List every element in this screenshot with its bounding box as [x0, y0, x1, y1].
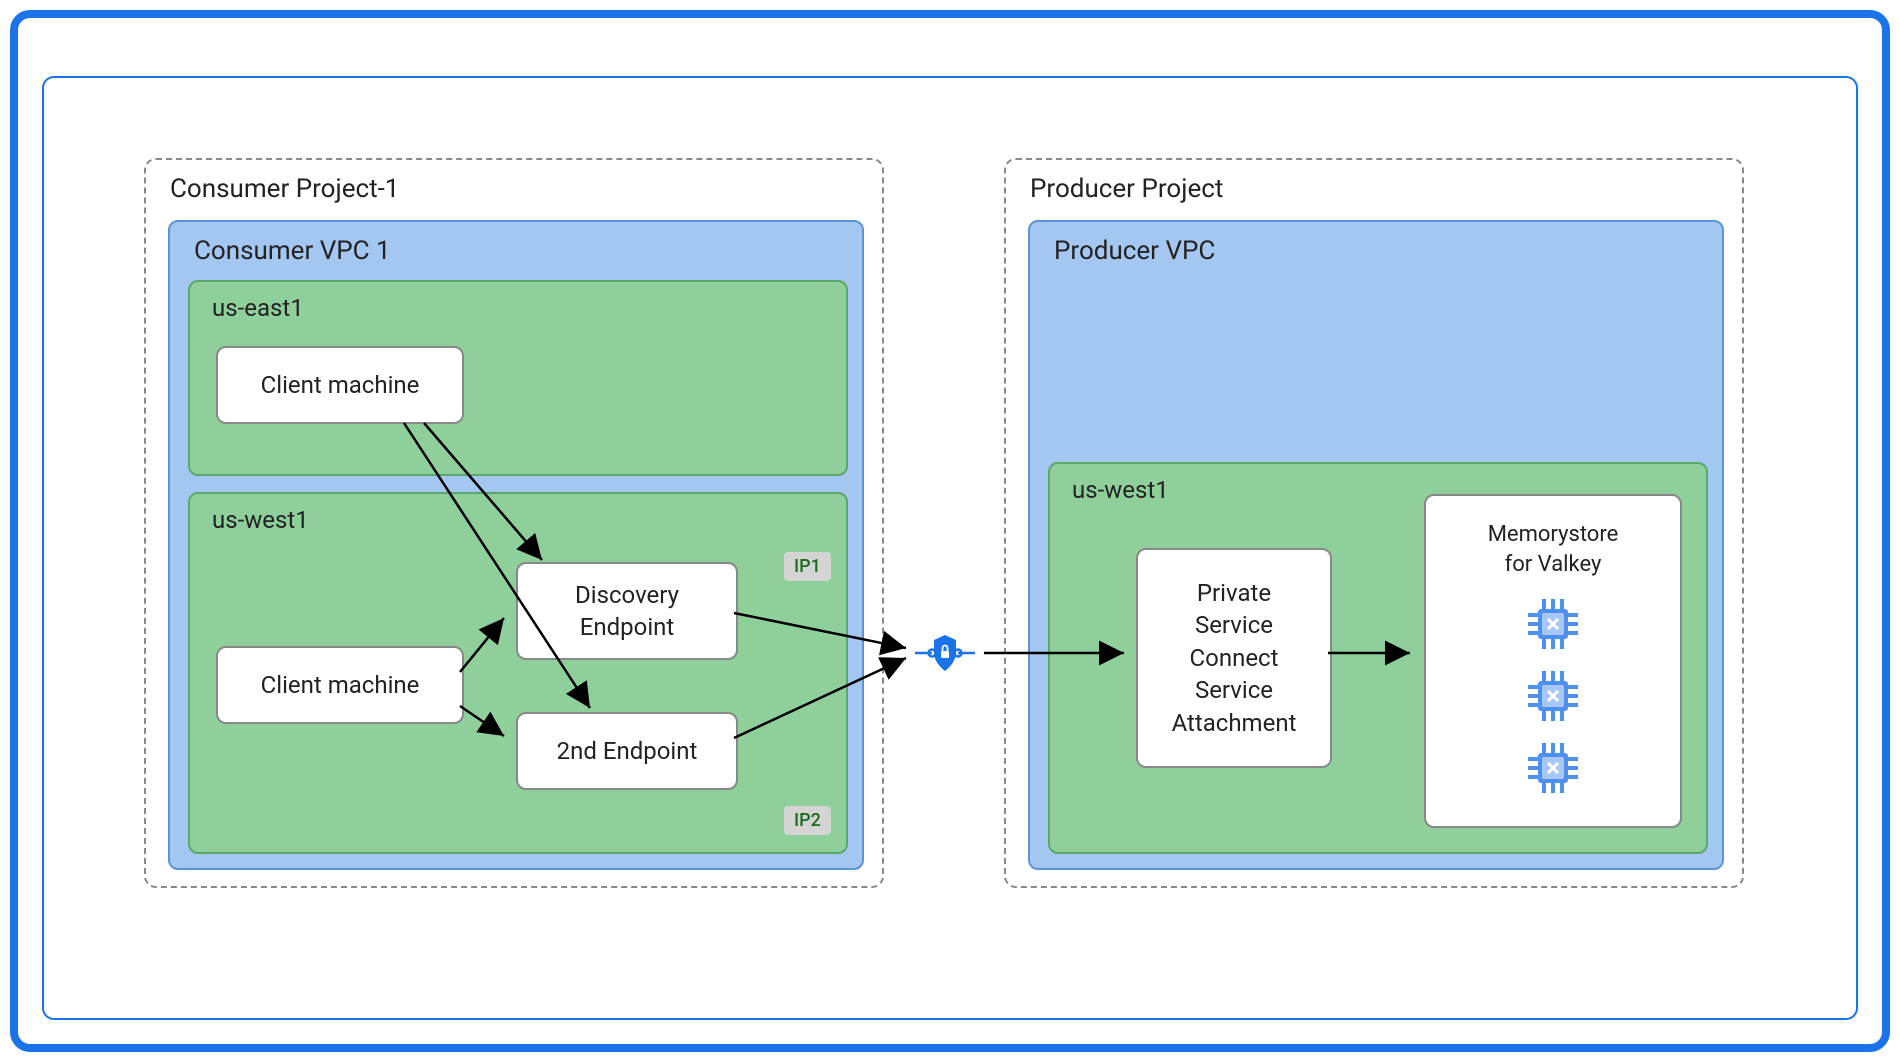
second-endpoint-label: 2nd Endpoint	[557, 735, 698, 767]
client-machine-east-label: Client machine	[261, 369, 420, 401]
discovery-endpoint-label: Discovery Endpoint	[575, 579, 679, 644]
brand-header: Google Cloud	[50, 26, 229, 61]
client-machine-west-label: Client machine	[261, 669, 420, 701]
consumer-vpc-label: Consumer VPC 1	[194, 236, 391, 266]
producer-vpc-label: Producer VPC	[1054, 236, 1215, 266]
cpu-chip-icon	[1526, 741, 1580, 795]
brand-cloud: Cloud	[153, 26, 229, 61]
region-west-label: us-west1	[212, 506, 309, 534]
psc-attachment-label: Private Service Connect Service Attachme…	[1172, 577, 1297, 739]
memorystore-title: Memorystore for Valkey	[1488, 520, 1619, 579]
ip2-tag: IP2	[784, 806, 831, 835]
brand-google: Google	[50, 26, 146, 61]
ip1-tag: IP1	[784, 552, 831, 581]
producer-vpc-box: Producer VPC us-west1 Private Service Co…	[1028, 220, 1724, 870]
diagram-canvas: Consumer Project-1 Consumer VPC 1 us-eas…	[44, 78, 1856, 1018]
discovery-endpoint: Discovery Endpoint	[516, 562, 738, 660]
consumer-region-east: us-east1 Client machine	[188, 280, 848, 476]
producer-project-label: Producer Project	[1030, 174, 1223, 204]
consumer-project-box: Consumer Project-1 Consumer VPC 1 us-eas…	[144, 158, 884, 888]
consumer-vpc-box: Consumer VPC 1 us-east1 Client machine u…	[168, 220, 864, 870]
outer-frame: Google Cloud Consumer Project-1 Consumer…	[10, 10, 1890, 1052]
second-endpoint: 2nd Endpoint	[516, 712, 738, 790]
memorystore-box: Memorystore for Valkey	[1424, 494, 1682, 828]
cpu-chip-icon	[1526, 669, 1580, 723]
consumer-project-label: Consumer Project-1	[170, 174, 399, 204]
producer-region-west-label: us-west1	[1072, 476, 1169, 504]
consumer-region-west: us-west1 Client machine Discovery Endpoi…	[188, 492, 848, 854]
client-machine-west: Client machine	[216, 646, 464, 724]
producer-region-west: us-west1 Private Service Connect Service…	[1048, 462, 1708, 854]
inner-frame: Consumer Project-1 Consumer VPC 1 us-eas…	[42, 76, 1858, 1020]
region-east-label: us-east1	[212, 294, 304, 322]
psc-attachment: Private Service Connect Service Attachme…	[1136, 548, 1332, 768]
producer-project-box: Producer Project Producer VPC us-west1 P…	[1004, 158, 1744, 888]
client-machine-east: Client machine	[216, 346, 464, 424]
cpu-chip-icon	[1526, 597, 1580, 651]
shield-lock-icon	[915, 631, 975, 675]
